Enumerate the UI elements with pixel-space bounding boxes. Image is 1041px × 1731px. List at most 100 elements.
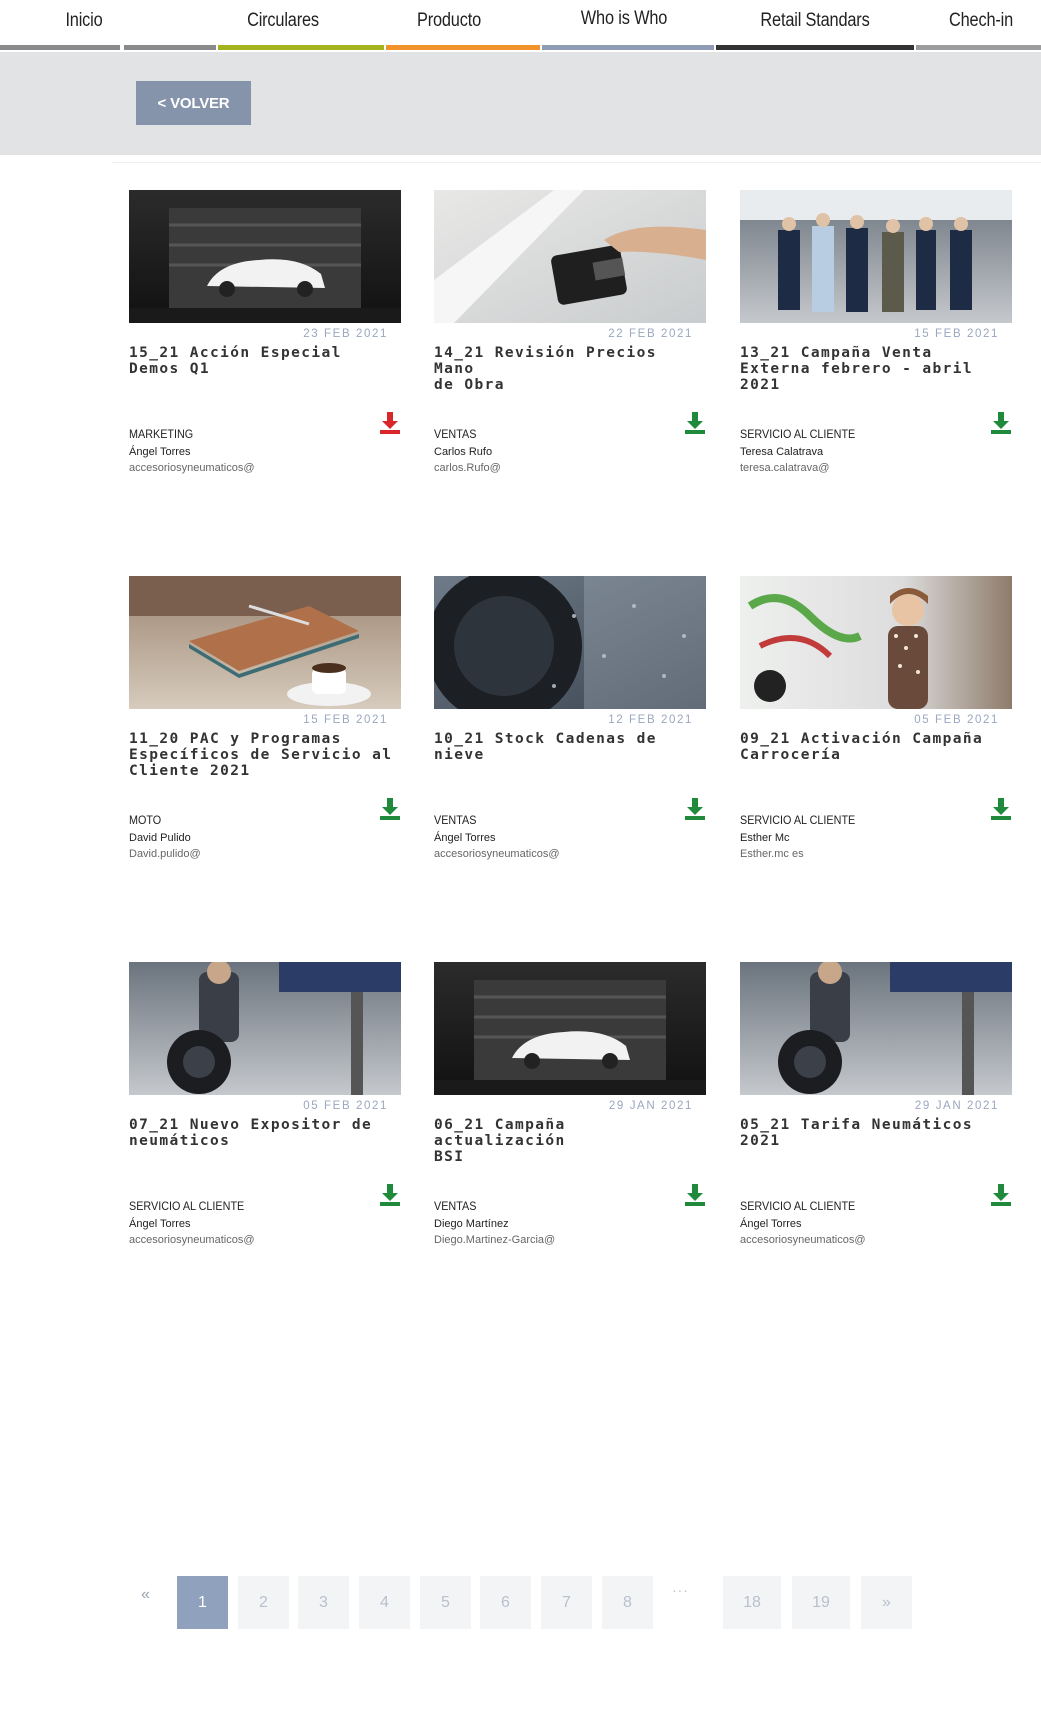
card-date: 29 JAN 2021 [608,1100,693,1112]
card-title[interactable]: 07_21 Nuevo Expositor de neumáticos [129,1117,401,1149]
page-button[interactable]: 19 [792,1576,850,1629]
circular-card[interactable]: 05 FEB 2021 07_21 Nuevo Expositor de neu… [129,962,401,1262]
card-category: SERVICIO AL CLIENTE [740,427,856,441]
card-author: Ángel Torres [129,446,191,458]
circular-card[interactable]: 22 FEB 2021 14_21 Revisión Precios Mano … [434,190,706,490]
card-title[interactable]: 11_20 PAC y Programas Específicos de Ser… [129,731,401,779]
thumbnail-snow-tire [434,576,706,709]
nav-item-producto[interactable]: Producto [386,0,540,52]
circular-card[interactable]: 05 FEB 2021 09_21 Activación Campaña Car… [740,576,1012,876]
card-email: Diego.Martinez-Garcia@ [434,1234,556,1246]
thumbnail-tire-mechanic [740,962,1012,1095]
download-icon[interactable] [379,411,401,435]
pagination-prev[interactable]: « [141,1586,150,1604]
thumbnail-notebook-coffee [129,576,401,709]
page-button[interactable]: 2 [238,1576,289,1629]
top-navigation: Inicio Circulares Producto Who is Who Re… [0,0,1041,52]
card-email: Esther.mc es [740,848,804,860]
circular-card[interactable]: 15 FEB 2021 13_21 Campaña Venta Externa … [740,190,1012,490]
nav-label: Circulares [247,10,319,31]
page-button[interactable]: 18 [723,1576,781,1629]
nav-item-chech-in[interactable]: Chech-in [916,0,1041,52]
nav-underline [124,45,216,50]
card-date: 12 FEB 2021 [608,714,693,726]
card-author: Ángel Torres [740,1218,802,1230]
back-button[interactable]: < VOLVER [136,81,251,125]
nav-item-who-is-who[interactable]: Who is Who [542,0,714,52]
card-title[interactable]: 09_21 Activación Campaña Carrocería [740,731,1012,763]
card-title[interactable]: 05_21 Tarifa Neumáticos 2021 [740,1117,1012,1149]
card-category: MARKETING [129,427,194,441]
nav-item-inicio-bar [124,0,216,52]
nav-underline [0,45,120,50]
nav-underline [542,45,714,50]
thumbnail-key-device [434,190,706,323]
pagination-next[interactable]: » [861,1576,912,1629]
card-title[interactable]: 06_21 Campaña actualización BSI [434,1117,706,1165]
nav-label: Chech-in [948,10,1014,31]
page-button[interactable]: 3 [298,1576,349,1629]
card-author: Esther Mc [740,832,790,844]
toolbar: < VOLVER [0,52,1041,155]
card-email: David.pulido@ [129,848,201,860]
download-icon[interactable] [379,1183,401,1207]
content-divider [112,162,1041,163]
circular-card[interactable]: 29 JAN 2021 06_21 Campaña actualización … [434,962,706,1262]
card-category: VENTAS [434,427,477,441]
card-author: Teresa Calatrava [740,446,824,458]
card-category: SERVICIO AL CLIENTE [740,813,856,827]
download-icon[interactable] [684,797,706,821]
nav-underline [218,45,384,50]
card-date: 23 FEB 2021 [303,328,388,340]
card-date: 29 JAN 2021 [914,1100,999,1112]
circular-card[interactable]: 15 FEB 2021 11_20 PAC y Programas Especí… [129,576,401,876]
card-email: accesoriosyneumaticos@ [740,1234,866,1246]
download-icon[interactable] [990,411,1012,435]
card-author: Ángel Torres [129,1218,191,1230]
card-date: 22 FEB 2021 [608,328,693,340]
nav-label: Retail Standars [760,10,870,31]
card-date: 05 FEB 2021 [303,1100,388,1112]
pagination-ellipsis: ··· [672,1582,689,1598]
pagination: « 1 2 3 4 5 6 7 8 ··· 18 19 » [0,1576,1041,1636]
card-author: Ángel Torres [434,832,496,844]
nav-label: Producto [416,10,482,31]
card-date: 15 FEB 2021 [914,328,999,340]
nav-underline [386,45,540,50]
page-button[interactable]: 1 [177,1576,228,1629]
card-title[interactable]: 14_21 Revisión Precios Mano de Obra [434,345,706,393]
nav-underline [716,45,914,50]
nav-label: Who is Who [580,8,668,29]
card-title[interactable]: 15_21 Acción Especial Demos Q1 [129,345,401,377]
page-button[interactable]: 8 [602,1576,653,1629]
download-icon[interactable] [684,1183,706,1207]
card-date: 15 FEB 2021 [303,714,388,726]
page-button[interactable]: 5 [420,1576,471,1629]
download-icon[interactable] [379,797,401,821]
card-category: MOTO [129,813,162,827]
card-author: Carlos Rufo [434,446,493,458]
card-title[interactable]: 13_21 Campaña Venta Externa febrero - ab… [740,345,1012,393]
nav-item-inicio[interactable]: Inicio [0,0,122,52]
nav-item-retail-standars[interactable]: Retail Standars [716,0,914,52]
thumbnail-staff-group [740,190,1012,323]
card-category: VENTAS [434,1199,477,1213]
card-author: David Pulido [129,832,191,844]
card-date: 05 FEB 2021 [914,714,999,726]
download-icon[interactable] [990,797,1012,821]
circular-card[interactable]: 23 FEB 2021 15_21 Acción Especial Demos … [129,190,401,490]
download-icon[interactable] [684,411,706,435]
thumbnail-child-painting [740,576,1012,709]
download-icon[interactable] [990,1183,1012,1207]
card-title[interactable]: 10_21 Stock Cadenas de nieve [434,731,706,763]
page-button[interactable]: 6 [480,1576,531,1629]
page-button[interactable]: 7 [541,1576,592,1629]
page-button[interactable]: 4 [359,1576,410,1629]
card-email: carlos.Rufo@ [434,462,501,474]
thumbnail-tire-mechanic [129,962,401,1095]
nav-item-circulares[interactable]: Circulares [218,0,384,52]
card-email: teresa.calatrava@ [740,462,830,474]
circular-card[interactable]: 29 JAN 2021 05_21 Tarifa Neumáticos 2021… [740,962,1012,1262]
circular-card[interactable]: 12 FEB 2021 10_21 Stock Cadenas de nieve… [434,576,706,876]
thumbnail-car-showroom [129,190,401,323]
